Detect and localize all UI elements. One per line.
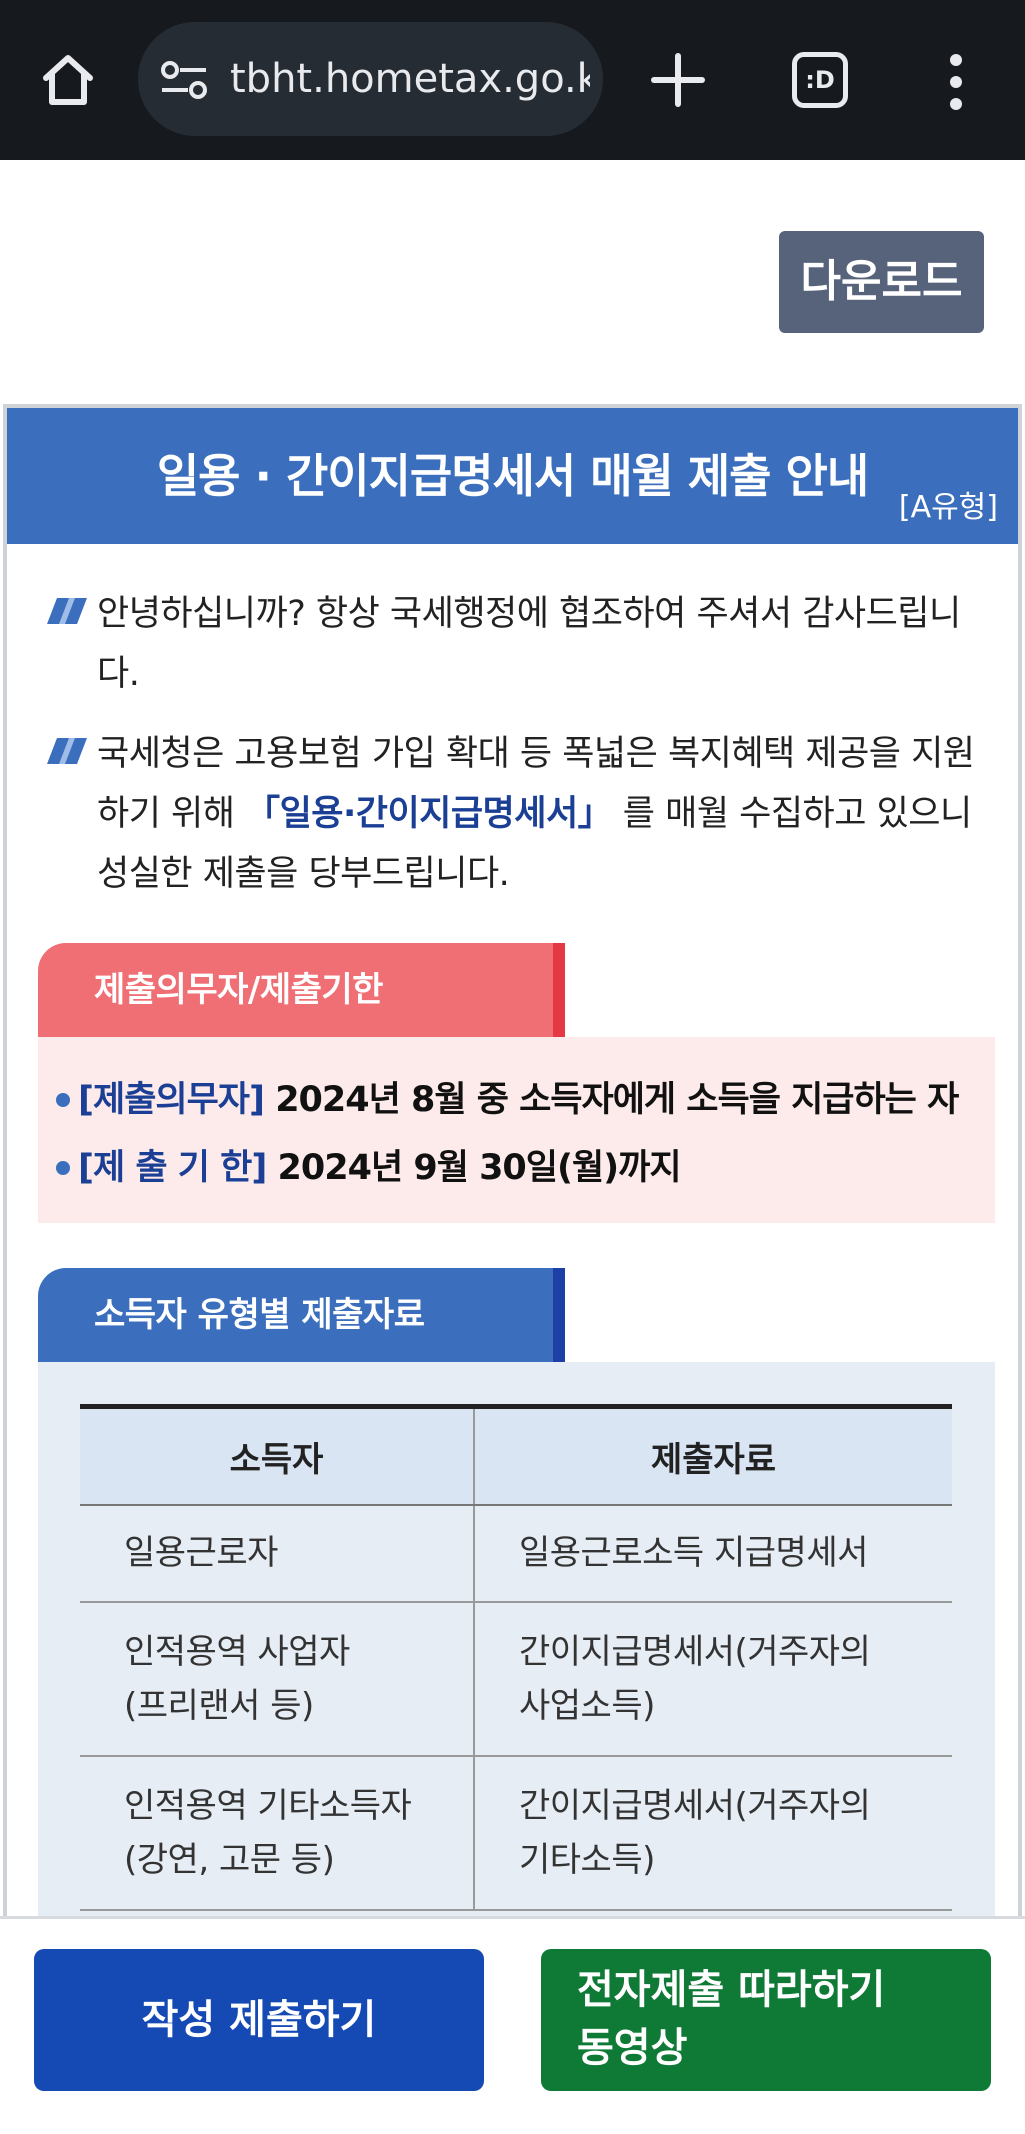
materials-table: 소득자 제출자료 일용근로자 일용근로소득 지급명세서 인적용역 사업자 (프리… [80, 1404, 952, 1911]
table-cell: 간이지급명세서(거주자의 사업소득) [473, 1601, 952, 1757]
section-tab-edge [553, 943, 565, 1037]
section-tab-materials: 소득자 유형별 제출자료 [38, 1268, 565, 1362]
table-row: 일용근로자 일용근로소득 지급명세서 [80, 1504, 952, 1603]
button-label-line: 전자제출 따라하기 [577, 1967, 886, 2013]
write-submit-button[interactable]: 작성 제출하기 [34, 1949, 484, 2091]
notice-header: 일용 · 간이지급명세서 매월 제출 안내 [A유형] [7, 408, 1018, 544]
address-bar[interactable]: tbht.hometax.go.kr [138, 22, 603, 136]
bullet-dot [56, 1093, 70, 1107]
tutorial-video-button[interactable]: 전자제출 따라하기 동영상 [541, 1949, 991, 2091]
row-key: [제 출 기 한] [78, 1148, 267, 1188]
new-tab-icon[interactable] [650, 52, 706, 108]
obligation-row: [제출의무자] 2024년 8월 중 소득자에게 소득을 지급하는 자 [56, 1071, 959, 1122]
table-header-row: 소득자 제출자료 [80, 1406, 952, 1506]
column-header-earner: 소득자 [80, 1406, 474, 1506]
tab-switcher-button[interactable]: :D [792, 52, 848, 108]
section-tab-obligation: 제출의무자/제출기한 [38, 943, 565, 1037]
button-label-line: 동영상 [577, 2025, 688, 2071]
highlighted-form-name: 「일용·간이지급명세서」 [245, 794, 613, 834]
section-title: 소득자 유형별 제출자료 [94, 1295, 425, 1335]
notice-panel: 일용 · 간이지급명세서 매월 제출 안내 [A유형] 안녕하십니까? 항상 국… [3, 404, 1022, 2134]
url-text[interactable]: tbht.hometax.go.kr [230, 22, 590, 136]
more-menu-icon[interactable] [940, 52, 972, 112]
row-value: 2024년 9월 30일(월)까지 [277, 1148, 682, 1188]
table-cell: 간이지급명세서(거주자의 기타소득) [473, 1755, 952, 1911]
column-header-material: 제출자료 [473, 1406, 952, 1506]
table-row: 인적용역 기타소득자 (강연, 고문 등) 간이지급명세서(거주자의 기타소득) [80, 1755, 952, 1911]
table-cell: 인적용역 기타소득자 (강연, 고문 등) [80, 1755, 474, 1911]
obligation-box: [제출의무자] 2024년 8월 중 소득자에게 소득을 지급하는 자 [제 출… [38, 1037, 995, 1223]
deadline-row: [제 출 기 한] 2024년 9월 30일(월)까지 [56, 1139, 682, 1190]
table-row: 인적용역 사업자 (프리랜서 등) 간이지급명세서(거주자의 사업소득) [80, 1601, 952, 1757]
home-icon[interactable] [38, 50, 98, 110]
table-cell: 일용근로자 [80, 1504, 474, 1603]
paragraph-marker-icon [47, 738, 87, 764]
table-cell: 일용근로소득 지급명세서 [473, 1504, 952, 1603]
paragraph-marker-icon [47, 598, 87, 624]
section-title: 제출의무자/제출기한 [94, 970, 383, 1010]
row-value: 2024년 8월 중 소득자에게 소득을 지급하는 자 [275, 1080, 959, 1120]
action-bar: 작성 제출하기 전자제출 따라하기 동영상 [0, 1916, 1025, 2134]
section-tab-edge [553, 1268, 565, 1362]
notice-title: 일용 · 간이지급명세서 매월 제출 안내 [156, 449, 869, 503]
download-button[interactable]: 다운로드 [779, 231, 984, 333]
table-cell: 인적용역 사업자 (프리랜서 등) [80, 1601, 474, 1757]
greeting-paragraph: 안녕하십니까? 항상 국세행정에 협조하여 주셔서 감사드립니다. [97, 594, 961, 694]
bullet-dot [56, 1161, 70, 1175]
row-key: [제출의무자] [78, 1080, 265, 1120]
notice-type-tag: [A유형] [898, 490, 998, 525]
site-settings-icon[interactable] [160, 60, 208, 100]
collection-paragraph: 국세청은 고용보험 가입 확대 등 폭넓은 복지혜택 제공을 지원하기 위해 「… [97, 724, 977, 904]
browser-toolbar: tbht.hometax.go.kr :D [0, 0, 1025, 160]
